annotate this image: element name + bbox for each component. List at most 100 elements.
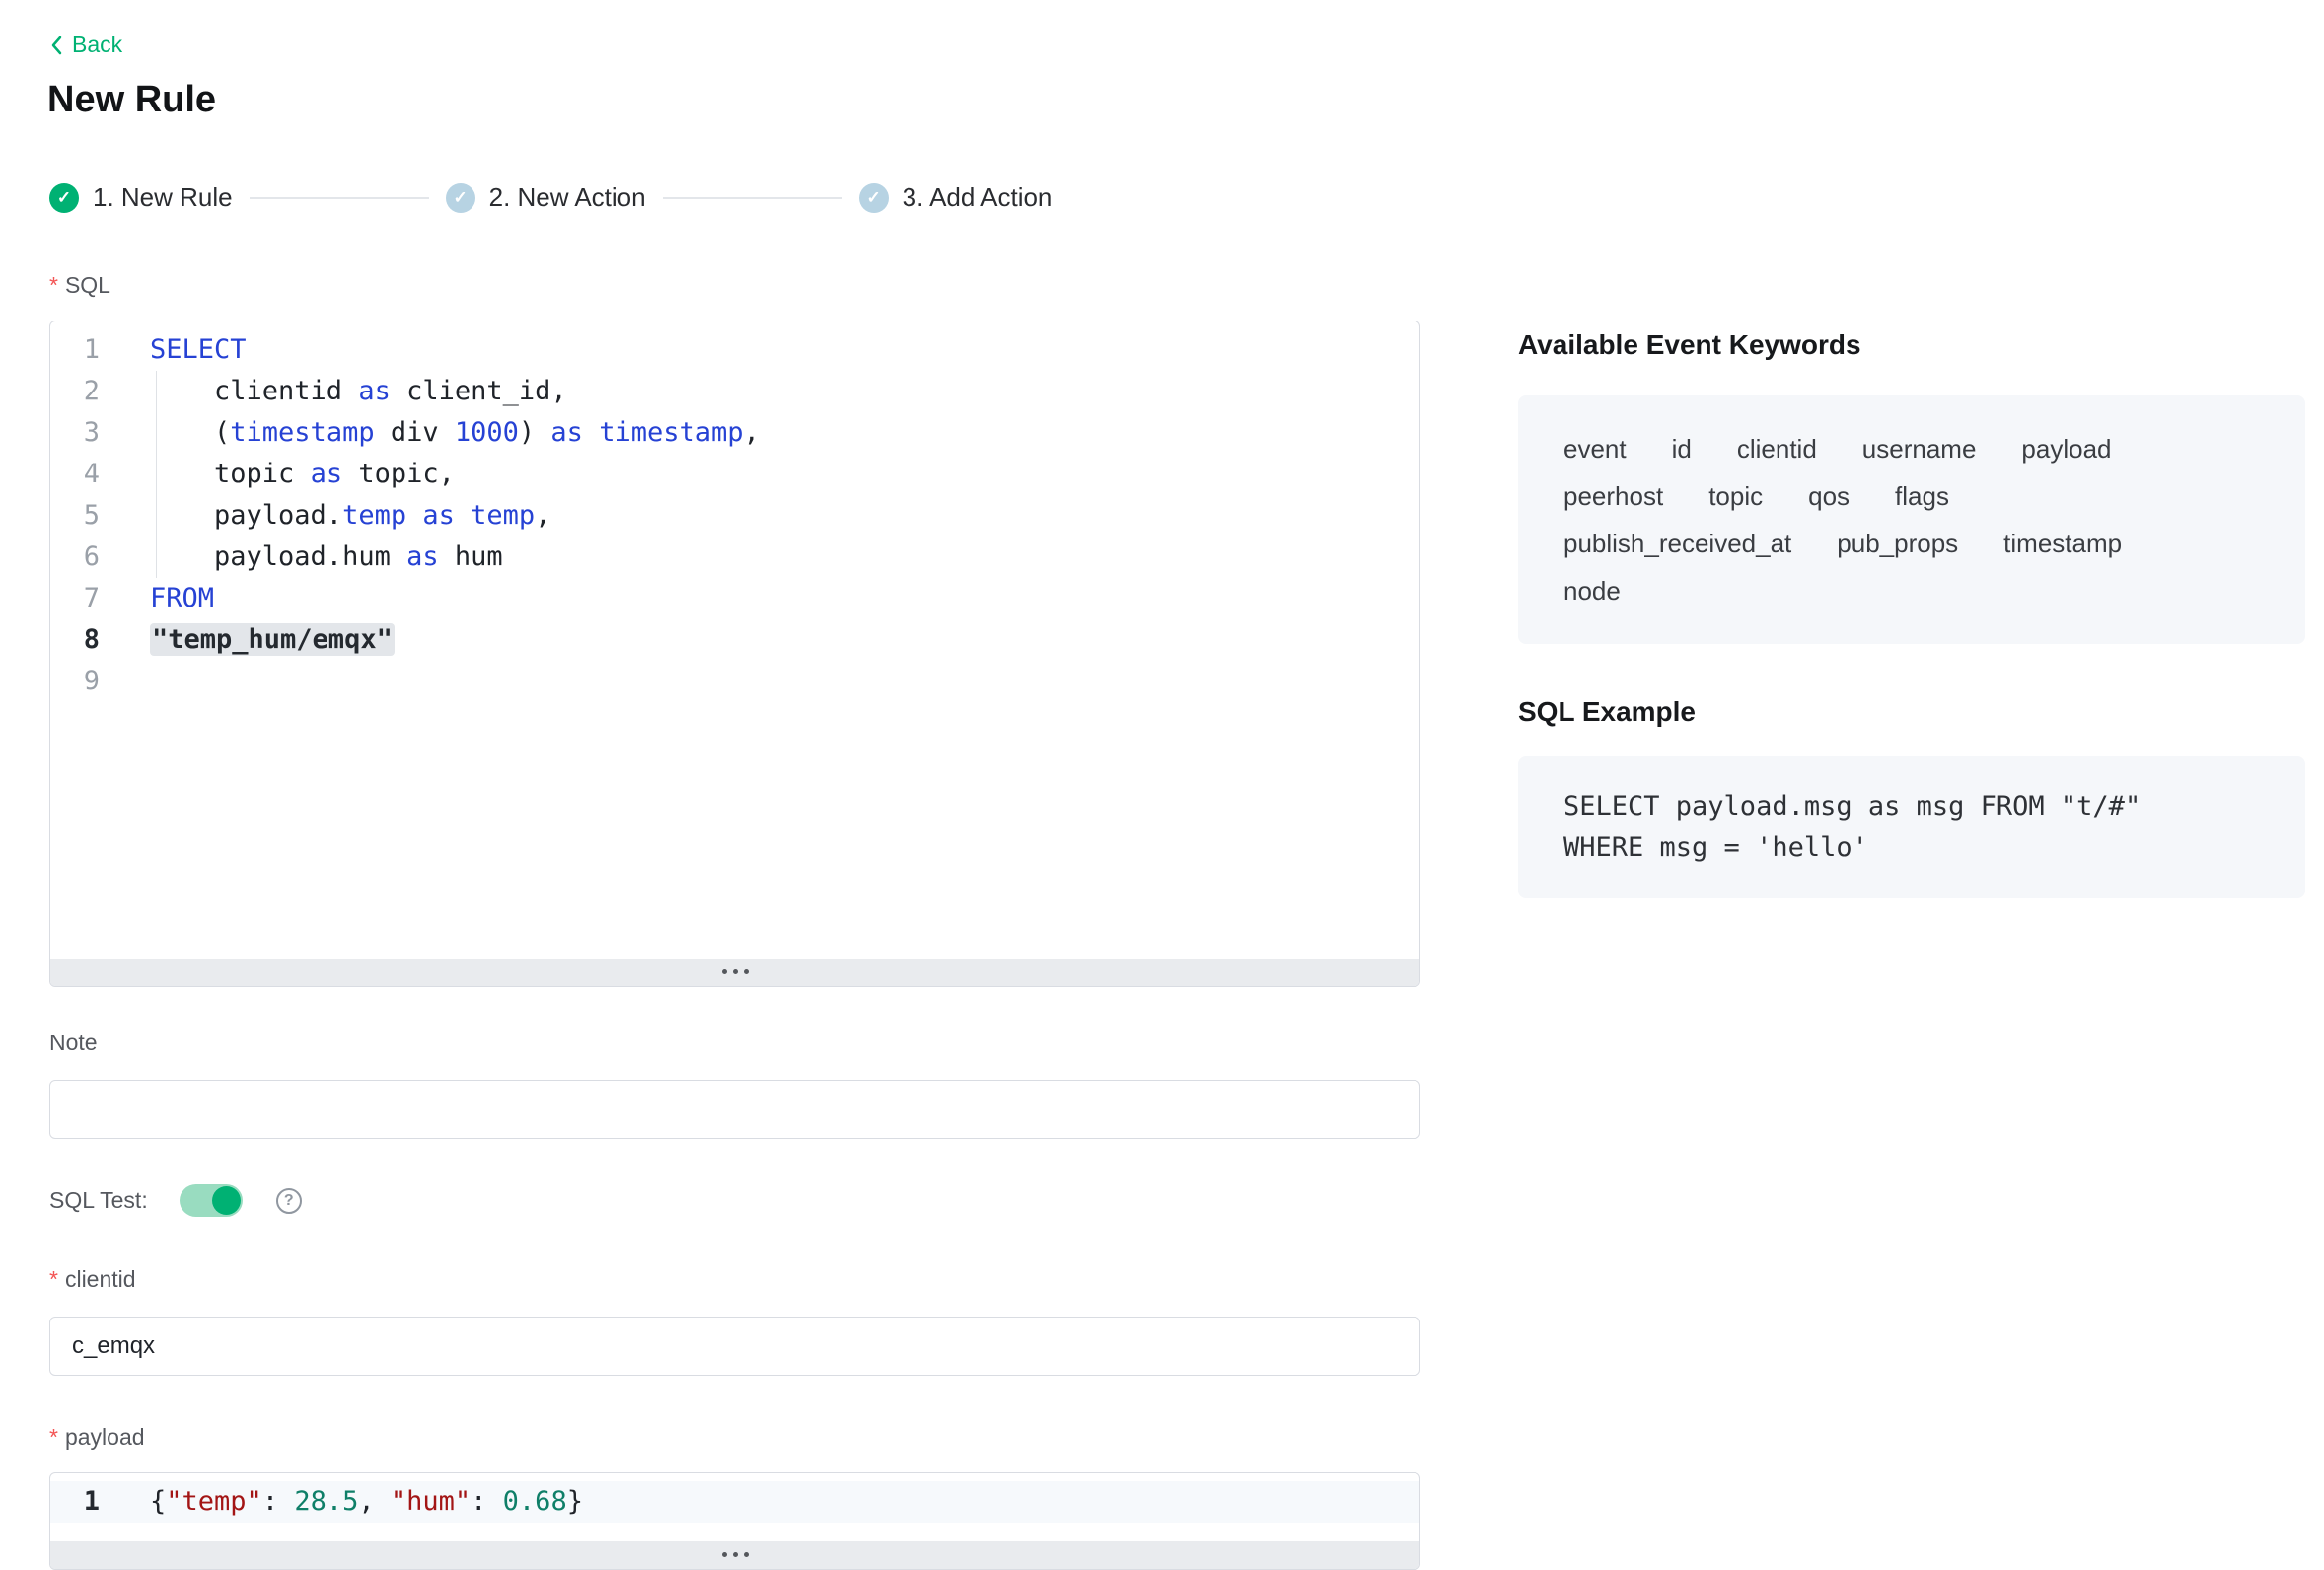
step-3[interactable]: ✓3. Add Action: [859, 182, 1053, 213]
sql-test-row: SQL Test: ?: [49, 1184, 1420, 1218]
code-token: ,: [535, 500, 550, 531]
code-token: client_id,: [391, 376, 567, 406]
step-2[interactable]: ✓2. New Action: [446, 182, 646, 213]
line-number: 2: [50, 371, 119, 412]
keyword-node: node: [1563, 567, 1621, 614]
step-1[interactable]: ✓ 1. New Rule: [49, 182, 233, 213]
code-line: 1{"temp": 28.5, "hum": 0.68}: [50, 1481, 1419, 1523]
note-field-label: Note: [49, 1029, 1420, 1058]
line-number: 7: [50, 578, 119, 619]
sql-example-box: SELECT payload.msg as msg FROM "t/#"WHER…: [1518, 756, 2305, 898]
code-token: as: [550, 417, 583, 448]
code-token: temp: [471, 500, 535, 531]
payload-code-area[interactable]: 1{"temp": 28.5, "hum": 0.68}: [50, 1473, 1419, 1541]
sql-editor[interactable]: 1SELECT2 clientid as client_id,3 (timest…: [49, 321, 1420, 987]
code-token: timestamp: [230, 417, 374, 448]
step-connector-line: [663, 197, 842, 199]
code-token: topic,: [342, 459, 455, 489]
code-token: [455, 500, 471, 531]
keyword-flags: flags: [1895, 472, 1949, 520]
sql-test-toggle[interactable]: [180, 1184, 243, 1217]
sql-example-line: WHERE msg = 'hello': [1563, 827, 2260, 869]
code-token: ,: [358, 1486, 391, 1517]
step-label: 3. Add Action: [903, 182, 1053, 213]
payload-editor[interactable]: 1{"temp": 28.5, "hum": 0.68}: [49, 1472, 1420, 1570]
keyword-topic: topic: [1708, 472, 1763, 520]
code-line-text: SELECT: [119, 329, 247, 371]
note-input[interactable]: [49, 1080, 1420, 1139]
note-label-text: Note: [49, 1030, 98, 1056]
keyword-row: eventidclientidusernamepayload: [1563, 425, 2260, 472]
code-token: :: [471, 1486, 503, 1517]
sql-code-area[interactable]: 1SELECT2 clientid as client_id,3 (timest…: [50, 321, 1419, 959]
toggle-knob: [212, 1186, 241, 1215]
required-asterisk: *: [49, 1424, 58, 1451]
code-token: timestamp: [599, 417, 743, 448]
keyword-event: event: [1563, 425, 1627, 472]
resize-dot: [722, 1552, 727, 1557]
code-token: as: [358, 376, 391, 406]
code-token: [406, 500, 422, 531]
sql-label-text: SQL: [65, 272, 110, 299]
page-title: New Rule: [47, 77, 2324, 122]
step-label: 1. New Rule: [93, 182, 233, 213]
clientid-label-text: clientid: [65, 1266, 136, 1293]
help-icon[interactable]: ?: [276, 1188, 302, 1214]
code-token: 1000: [455, 417, 519, 448]
code-line-text: payload.temp as temp,: [119, 495, 550, 536]
code-line: 4 topic as topic,: [50, 454, 1419, 495]
line-number: 4: [50, 454, 119, 495]
code-token: payload.: [150, 500, 342, 531]
code-token: [583, 417, 599, 448]
code-token: as: [406, 541, 439, 572]
code-token: "temp_hum/emqx": [150, 623, 395, 656]
resize-dot: [733, 969, 738, 974]
line-number: 6: [50, 536, 119, 578]
keyword-clientid: clientid: [1737, 425, 1817, 472]
sql-example-line: SELECT payload.msg as msg FROM "t/#": [1563, 786, 2260, 827]
code-token: as: [311, 459, 343, 489]
help-sidebar: Available Event Keywords eventidclientid…: [1518, 271, 2305, 898]
code-token: :: [262, 1486, 295, 1517]
resize-dot: [744, 1552, 749, 1557]
line-number: 9: [50, 661, 119, 702]
code-line-text: {"temp": 28.5, "hum": 0.68}: [119, 1481, 583, 1523]
code-token: ): [519, 417, 551, 448]
rule-form: * SQL 1SELECT2 clientid as client_id,3 (…: [49, 271, 1420, 1570]
code-line: 2 clientid as client_id,: [50, 371, 1419, 412]
payload-editor-resize-handle[interactable]: [50, 1541, 1419, 1569]
main-content: * SQL 1SELECT2 clientid as client_id,3 (…: [0, 271, 2324, 1570]
code-token: clientid: [150, 376, 358, 406]
code-line-text: FROM: [119, 578, 214, 619]
sql-editor-resize-handle[interactable]: [50, 959, 1419, 986]
code-line: 1SELECT: [50, 329, 1419, 371]
code-token: (: [150, 417, 230, 448]
line-number: 1: [50, 1481, 119, 1523]
clientid-input[interactable]: [49, 1317, 1420, 1376]
resize-dot: [722, 969, 727, 974]
code-token: hum: [439, 541, 503, 572]
code-token: "hum": [391, 1486, 471, 1517]
indent-guide: [156, 371, 157, 578]
steps-indicator: ✓ 1. New Rule ✓2. New Action ✓3. Add Action: [49, 183, 2324, 213]
step-check-icon: ✓: [49, 183, 79, 213]
code-token: FROM: [150, 583, 214, 613]
code-token: 28.5: [294, 1486, 358, 1517]
keyword-timestamp: timestamp: [2003, 520, 2122, 567]
line-number: 8: [50, 619, 119, 661]
keyword-id: id: [1672, 425, 1692, 472]
code-line-text: "temp_hum/emqx": [119, 619, 395, 661]
keyword-qos: qos: [1808, 472, 1850, 520]
back-link[interactable]: Back: [49, 32, 122, 58]
keyword-peerhost: peerhost: [1563, 472, 1663, 520]
keywords-box: eventidclientidusernamepayloadpeerhostto…: [1518, 395, 2305, 644]
code-line: 8 "temp_hum/emqx": [50, 619, 1419, 661]
clientid-field-label: * clientid: [49, 1265, 1420, 1295]
resize-dot: [744, 969, 749, 974]
code-token: "temp": [166, 1486, 262, 1517]
code-line: 5 payload.temp as temp,: [50, 495, 1419, 536]
step-label: 2. New Action: [489, 182, 646, 213]
keyword-username: username: [1862, 425, 1977, 472]
keyword-publish_received_at: publish_received_at: [1563, 520, 1791, 567]
required-asterisk: *: [49, 272, 58, 299]
